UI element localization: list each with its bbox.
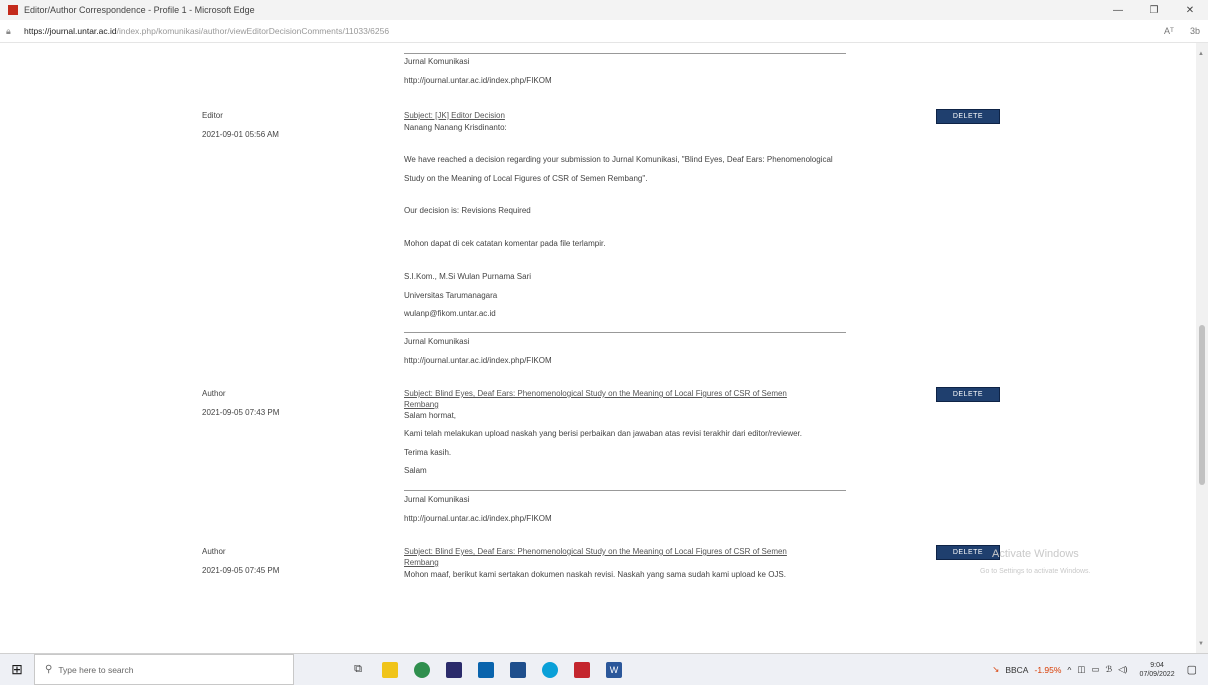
message-role: Author — [202, 547, 226, 556]
windows-start-icon[interactable]: ⊞ — [0, 661, 34, 678]
page-content: Jurnal Komunikasi http://journal.untar.a… — [0, 43, 1196, 653]
message-date: 2021-09-05 07:45 PM — [202, 566, 280, 575]
system-tray: ↘ BBCA -1.95% ^ ◫ ▭ ℬ ◁) 9:04 07/09/2022… — [989, 661, 1200, 679]
message-body-line: Nanang Nanang Krisdinanto: — [404, 123, 507, 132]
browser-icon[interactable] — [542, 661, 558, 678]
lock-icon[interactable]: 🔒︎ — [6, 26, 20, 37]
signature-url: http://journal.untar.ac.id/index.php/FIK… — [404, 514, 552, 523]
message-body-line: Terima kasih. — [404, 448, 452, 457]
message-subject[interactable]: Subject: Blind Eyes, Deaf Ears: Phenomen… — [404, 389, 787, 398]
message-body-line: Kami telah melakukan upload naskah yang … — [404, 429, 802, 438]
store-icon[interactable] — [446, 661, 462, 678]
message-subject[interactable]: Rembang — [404, 558, 439, 567]
message-body-line: Salam hormat, — [404, 411, 457, 420]
taskbar: ⊞ ⚲ Type here to search ⧉ W ↘ BBCA -1.95… — [0, 653, 1208, 685]
search-placeholder: Type here to search — [58, 664, 134, 675]
signature-url: http://journal.untar.ac.id/index.php/FIK… — [404, 76, 552, 85]
address-bar[interactable]: 🔒︎ https://journal.untar.ac.id/index.php… — [0, 20, 1208, 43]
taskbar-search[interactable]: ⚲ Type here to search — [34, 654, 294, 685]
mail-icon[interactable] — [478, 661, 494, 678]
minimize-icon[interactable]: — — [1100, 5, 1136, 16]
battery-icon[interactable]: ▭ — [1091, 664, 1099, 675]
task-view-icon[interactable]: ⧉ — [350, 662, 366, 678]
clock[interactable]: 9:04 07/09/2022 — [1137, 661, 1178, 679]
url-path: /index.php/komunikasi/author/viewEditorD… — [116, 26, 390, 36]
scroll-up-icon[interactable]: ▲ — [1198, 51, 1204, 57]
vertical-scrollbar[interactable]: ▲ ▼ — [1196, 43, 1208, 653]
taskbar-apps: ⧉ W — [342, 661, 630, 678]
chevron-up-icon[interactable]: ^ — [1067, 665, 1071, 675]
signature-url: http://journal.untar.ac.id/index.php/FIK… — [404, 356, 552, 365]
message-body-line: Study on the Meaning of Local Figures of… — [404, 174, 648, 183]
pdf-reader-icon[interactable] — [574, 661, 590, 678]
message-date: 2021-09-05 07:43 PM — [202, 408, 280, 417]
watermark-title: Activate Windows — [992, 548, 1079, 560]
notification-icon[interactable]: ▢ — [1187, 663, 1197, 676]
url-field[interactable]: https://journal.untar.ac.id/index.php/ko… — [24, 26, 1156, 36]
message-subject[interactable]: Subject: [JK] Editor Decision — [404, 111, 505, 120]
signature-journal: Jurnal Komunikasi — [404, 57, 470, 66]
read-aloud-button[interactable]: Aᵀ — [1156, 26, 1182, 36]
scrollbar-thumb[interactable] — [1199, 325, 1205, 485]
search-icon: ⚲ — [45, 664, 53, 675]
delete-button[interactable]: DELETE — [936, 387, 1000, 402]
file-explorer-icon[interactable] — [382, 661, 398, 678]
app-icon[interactable] — [510, 661, 526, 678]
message-body-line: Mohon dapat di cek catatan komentar pada… — [404, 239, 606, 248]
edge-icon[interactable] — [414, 661, 430, 678]
scroll-down-icon[interactable]: ▼ — [1198, 641, 1204, 647]
stock-change: -1.95% — [1034, 664, 1062, 675]
message-body-line: S.I.Kom., M.Si Wulan Purnama Sari — [404, 272, 532, 281]
message-role: Editor — [202, 111, 223, 120]
separator — [404, 53, 846, 54]
message-body-line: We have reached a decision regarding you… — [404, 155, 833, 164]
message-subject[interactable]: Subject: Blind Eyes, Deaf Ears: Phenomen… — [404, 547, 787, 556]
message-body-line: wulanp@fikom.untar.ac.id — [404, 309, 496, 318]
restore-icon[interactable]: ❐ — [1136, 5, 1172, 16]
close-icon[interactable]: ✕ — [1172, 5, 1208, 16]
volume-icon[interactable]: ◁) — [1118, 664, 1127, 675]
message-date: 2021-09-01 05:56 AM — [202, 130, 279, 139]
message-body-line: Our decision is: Revisions Required — [404, 206, 531, 215]
clock-date: 07/09/2022 — [1139, 670, 1175, 678]
window-title: Editor/Author Correspondence - Profile 1… — [24, 5, 255, 15]
stock-ticker[interactable]: BBCA — [1005, 665, 1028, 675]
word-icon[interactable]: W — [606, 661, 622, 678]
stock-trend-icon: ↘ — [992, 664, 1000, 674]
message-subject[interactable]: Rembang — [404, 400, 439, 409]
message-body-line: Mohon maaf, berikut kami sertakan dokume… — [404, 570, 786, 579]
delete-button[interactable]: DELETE — [936, 109, 1000, 124]
message-body-line: Salam — [404, 466, 427, 475]
signature-journal: Jurnal Komunikasi — [404, 495, 470, 504]
watermark-subtitle: Go to Settings to activate Windows. — [980, 568, 1091, 575]
language-icon[interactable]: ℬ — [1105, 664, 1112, 675]
edge-app-icon — [8, 5, 18, 15]
message-body-line: Universitas Tarumanagara — [404, 291, 498, 300]
network-icon[interactable]: ◫ — [1077, 664, 1085, 675]
delete-button[interactable]: DELETE — [936, 545, 1000, 560]
window-titlebar: Editor/Author Correspondence - Profile 1… — [0, 0, 1208, 20]
clock-time: 9:04 — [1150, 661, 1164, 669]
signature-journal: Jurnal Komunikasi — [404, 337, 470, 346]
extensions-button[interactable]: 3b — [1182, 26, 1208, 36]
message-role: Author — [202, 389, 226, 398]
url-domain: https://journal.untar.ac.id — [24, 26, 117, 36]
separator — [404, 332, 846, 333]
separator — [404, 490, 846, 491]
